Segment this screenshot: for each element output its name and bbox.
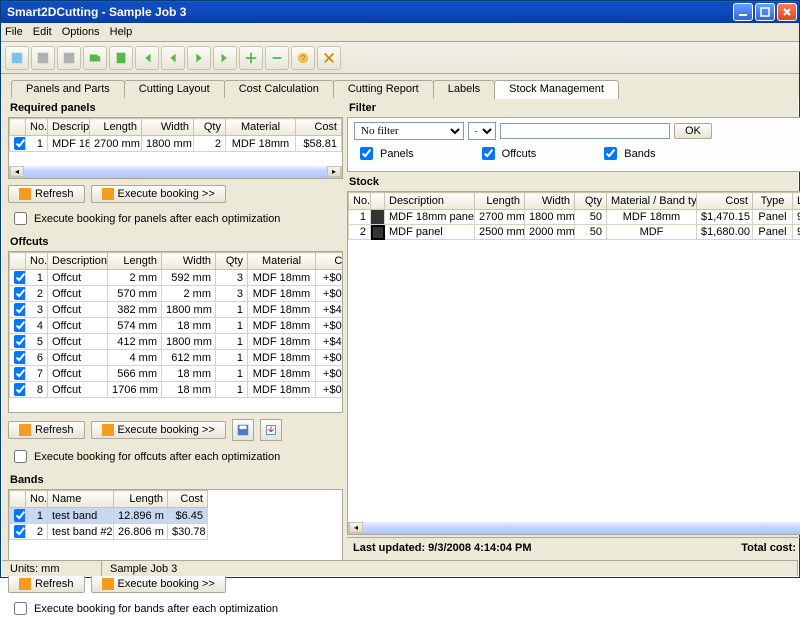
required-panels-hscroll[interactable]: ◂▸	[9, 166, 342, 178]
tab-stock-management[interactable]: Stock Management	[494, 80, 619, 99]
exec-required-panels[interactable]: Execute booking >>	[91, 185, 226, 203]
table-row[interactable]: 2MDF panel2500 mm2000 mm50MDF$1,680.00Pa…	[349, 225, 800, 240]
table-row[interactable]: 1test band12.896 m$6.45	[10, 508, 208, 524]
tab-strip: Panels and Parts Cutting Layout Cost Cal…	[1, 74, 799, 98]
chk-after-offcuts[interactable]	[14, 450, 27, 463]
toolbar-prev-icon[interactable]	[161, 46, 185, 70]
maximize-button[interactable]	[755, 3, 775, 21]
minimize-button[interactable]	[733, 3, 753, 21]
menu-help[interactable]: Help	[110, 26, 133, 38]
left-pane: Required panels No. Description Length W…	[2, 98, 345, 560]
stock-hscroll[interactable]: ◂▸	[348, 522, 800, 534]
bands-title: Bands	[8, 472, 343, 487]
offcuts-title: Offcuts	[8, 234, 343, 249]
toolbar-remove-icon[interactable]	[265, 46, 289, 70]
chk-after-bands[interactable]	[14, 602, 27, 615]
close-button[interactable]	[777, 3, 797, 21]
stock-title: Stock	[347, 174, 800, 189]
table-row[interactable]: 2test band #226.806 m$30.78	[10, 524, 208, 540]
table-row[interactable]: 8Offcut1706 mm18 mm1MDF 18mm+$0.19	[10, 382, 343, 398]
tab-cutting-report[interactable]: Cutting Report	[333, 80, 434, 98]
bands-panel: No. Name Length Cost 1test band12.896 m$…	[8, 489, 343, 569]
filter-select[interactable]: No filter	[354, 122, 464, 140]
toolbar-next-icon[interactable]	[187, 46, 211, 70]
toolbar-help-icon[interactable]: ?	[291, 46, 315, 70]
exec-offcuts[interactable]: Execute booking >>	[91, 421, 226, 439]
right-pane: Filter No filter - OK Panels Offcuts Ban…	[345, 98, 800, 560]
menu-edit[interactable]: Edit	[33, 26, 52, 38]
table-row[interactable]: 4Offcut574 mm18 mm1MDF 18mm+$0.06	[10, 318, 343, 334]
content-area: Required panels No. Description Length W…	[2, 98, 798, 560]
table-row[interactable]: 1MDF 18mm panel2700 mm1800 mm50MDF 18mm$…	[349, 210, 800, 225]
status-job: Sample Job 3	[102, 561, 798, 576]
toolbar-save-icon[interactable]	[109, 46, 133, 70]
filter-title: Filter	[347, 100, 800, 115]
chk-filter-offcuts[interactable]	[482, 147, 495, 160]
table-row[interactable]: 2Offcut570 mm2 mm3MDF 18mm+$0.02	[10, 286, 343, 302]
tab-panels-parts[interactable]: Panels and Parts	[11, 80, 125, 98]
table-row[interactable]: 7Offcut566 mm18 mm1MDF 18mm+$0.06	[10, 366, 343, 382]
title-bar: Smart2DCutting - Sample Job 3	[1, 1, 799, 23]
chk-filter-bands[interactable]	[604, 147, 617, 160]
stock-panel: No. Description Length Width Qty Materia…	[347, 191, 800, 535]
filter-op[interactable]: -	[468, 122, 496, 140]
toolbar-open-icon[interactable]	[83, 46, 107, 70]
filter-ok[interactable]: OK	[674, 123, 712, 139]
table-row[interactable]: 1Offcut2 mm592 mm3MDF 18mm+$0.02	[10, 270, 343, 286]
required-panels-panel: No. Description Length Width Qty Materia…	[8, 117, 343, 179]
main-toolbar: ?	[1, 42, 799, 74]
required-panels-title: Required panels	[8, 100, 343, 115]
chk-filter-panels[interactable]	[360, 147, 373, 160]
menu-options[interactable]: Options	[62, 26, 100, 38]
toolbar-add-icon[interactable]	[239, 46, 263, 70]
required-panels-table[interactable]: No. Description Length Width Qty Materia…	[9, 118, 342, 152]
save-offcuts-icon[interactable]	[232, 419, 254, 441]
stock-table[interactable]: No. Description Length Width Qty Materia…	[348, 192, 800, 240]
svg-text:?: ?	[301, 53, 306, 63]
toolbar-btn-2[interactable]	[31, 46, 55, 70]
window-title: Smart2DCutting - Sample Job 3	[7, 5, 733, 19]
tab-labels[interactable]: Labels	[433, 80, 495, 98]
filter-box: No filter - OK Panels Offcuts Bands	[347, 117, 800, 172]
refresh-required-panels[interactable]: Refresh	[8, 185, 85, 203]
table-row[interactable]: 1MDF 18mm panel2700 mm1800 mm2MDF 18mm$5…	[10, 136, 342, 152]
status-bar: Units: mm Sample Job 3	[2, 560, 798, 576]
status-units: Units: mm	[2, 561, 102, 576]
refresh-offcuts[interactable]: Refresh	[8, 421, 85, 439]
offcuts-panel: No. Description Length Width Qty Materia…	[8, 251, 343, 413]
table-row[interactable]: 5Offcut412 mm1800 mm1MDF 18mm+$4.49	[10, 334, 343, 350]
table-row[interactable]: 6Offcut4 mm612 mm1MDF 18mm+$0.01	[10, 350, 343, 366]
offcuts-table[interactable]: No. Description Length Width Qty Materia…	[9, 252, 342, 398]
menu-bar: File Edit Options Help	[1, 23, 799, 42]
filter-value[interactable]	[500, 123, 670, 139]
stock-summary: Last updated: 9/3/2008 4:14:04 PM Total …	[347, 537, 800, 558]
export-offcuts-icon[interactable]	[260, 419, 282, 441]
toolbar-btn-1[interactable]	[5, 46, 29, 70]
toolbar-first-icon[interactable]	[135, 46, 159, 70]
bands-table[interactable]: No. Name Length Cost 1test band12.896 m$…	[9, 490, 208, 540]
tab-cost-calculation[interactable]: Cost Calculation	[224, 80, 334, 98]
table-row[interactable]: 3Offcut382 mm1800 mm1MDF 18mm+$4.16	[10, 302, 343, 318]
chk-after-required[interactable]	[14, 212, 27, 225]
toolbar-btn-3[interactable]	[57, 46, 81, 70]
tab-cutting-layout[interactable]: Cutting Layout	[124, 80, 225, 98]
toolbar-exit-icon[interactable]	[317, 46, 341, 70]
menu-file[interactable]: File	[5, 26, 23, 38]
toolbar-last-icon[interactable]	[213, 46, 237, 70]
